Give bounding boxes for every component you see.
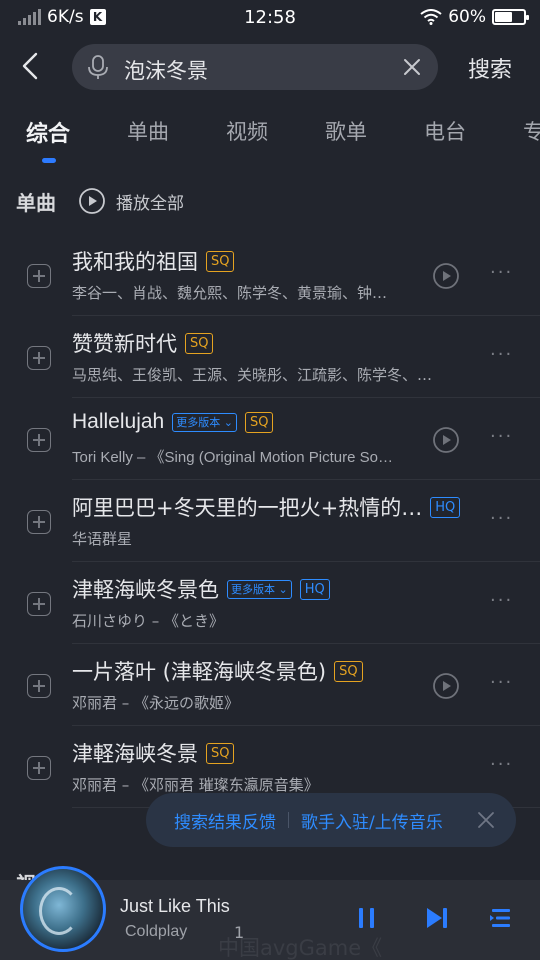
now-playing-artist: Coldplay — [125, 923, 188, 940]
battery-percent: 60% — [448, 7, 486, 27]
song-subtitle: 邓丽君 – 《邓丽君 璀璨东瀛原音集》 — [72, 776, 319, 794]
list-item[interactable]: 阿里巴巴+冬天里的一把火+热情的… HQ 华语群星 ··· — [0, 480, 540, 562]
pause-icon[interactable] — [354, 904, 380, 932]
list-item[interactable]: 我和我的祖国 SQ 李谷一、肖战、魏允熙、陈学冬、黄景瑜、钟… ··· — [0, 234, 540, 316]
quality-badge: HQ — [299, 578, 330, 600]
add-icon[interactable] — [27, 674, 51, 698]
tab-all[interactable]: 综合 — [26, 116, 70, 148]
playlist-icon[interactable] — [488, 904, 514, 932]
mini-player[interactable]: Just Like This Coldplay 1 中国avgGame《 — [0, 866, 540, 960]
status-bar: 6K/s K 12:58 60% — [0, 0, 540, 36]
more-icon[interactable]: ··· — [490, 262, 513, 283]
quality-badge: SQ — [206, 742, 235, 764]
quality-badge: SQ — [185, 332, 214, 354]
quality-badge: SQ — [334, 660, 363, 682]
mv-play-icon[interactable] — [432, 426, 460, 454]
next-icon[interactable] — [424, 904, 450, 932]
now-playing-title: Just Like This — [120, 896, 230, 916]
result-tabs: 综合 单曲 视频 歌单 电台 专 — [0, 116, 540, 166]
more-versions-label: 更多版本 — [231, 582, 275, 596]
add-icon[interactable] — [27, 264, 51, 288]
song-list: 我和我的祖国 SQ 李谷一、肖战、魏允熙、陈学冬、黄景瑜、钟… ··· 赞赞新时… — [0, 234, 540, 808]
tab-videos[interactable]: 视频 — [226, 116, 268, 146]
song-title: Hallelujah — [72, 410, 165, 433]
add-icon[interactable] — [27, 592, 51, 616]
song-subtitle: 李谷一、肖战、魏允熙、陈学冬、黄景瑜、钟… — [72, 284, 388, 302]
play-circle-icon — [79, 188, 105, 214]
search-query[interactable]: 泡沫冬景 — [124, 55, 208, 85]
song-title: 我和我的祖国 — [72, 250, 198, 274]
song-subtitle: 邓丽君 – 《永远の歌姬》 — [72, 694, 240, 712]
add-icon[interactable] — [27, 756, 51, 780]
voice-search-icon[interactable] — [84, 53, 112, 81]
section-title: 单曲 — [16, 190, 56, 215]
song-subtitle: 华语群星 — [72, 530, 133, 548]
more-icon[interactable]: ··· — [490, 344, 513, 365]
tab-active-indicator — [42, 158, 56, 163]
search-input[interactable]: 泡沫冬景 — [72, 44, 438, 90]
add-icon[interactable] — [27, 510, 51, 534]
quality-badge: SQ — [206, 250, 235, 272]
song-title: 津軽海峡冬景色 — [72, 578, 219, 602]
more-icon[interactable]: ··· — [490, 754, 513, 775]
search-feedback-link[interactable]: 搜索结果反馈 — [174, 808, 276, 833]
play-all-label: 播放全部 — [116, 193, 184, 214]
quality-badge: SQ — [244, 411, 274, 433]
more-icon[interactable]: ··· — [490, 426, 513, 447]
list-item[interactable]: 津軽海峡冬景色 更多版本 ⌄ HQ 石川さゆり – 《とき》 ··· — [0, 562, 540, 644]
song-subtitle: 马思纯、王俊凯、王源、关晓彤、江疏影、陈学冬、… — [72, 366, 433, 384]
lyric-overlay: 中国avgGame《 — [218, 936, 383, 960]
status-right: 60% — [420, 7, 529, 27]
battery-icon — [492, 9, 529, 25]
artist-upload-link[interactable]: 歌手入驻/上传音乐 — [301, 808, 443, 833]
mv-play-icon[interactable] — [432, 672, 460, 700]
wifi-icon — [420, 9, 442, 25]
song-subtitle: Tori Kelly – 《Sing (Original Motion Pict… — [72, 449, 393, 466]
tab-playlists[interactable]: 歌单 — [325, 116, 367, 146]
song-title: 一片落叶 (津軽海峡冬景色) — [72, 660, 327, 684]
close-icon[interactable] — [476, 810, 496, 830]
search-header: 泡沫冬景 搜索 — [0, 42, 540, 92]
list-item[interactable]: 一片落叶 (津軽海峡冬景色) SQ 邓丽君 – 《永远の歌姬》 ··· — [0, 644, 540, 726]
tab-songs[interactable]: 单曲 — [127, 116, 169, 146]
back-icon[interactable] — [14, 48, 50, 84]
more-versions-button[interactable]: 更多版本 ⌄ — [172, 412, 237, 432]
album-cover[interactable] — [20, 866, 106, 952]
more-icon[interactable]: ··· — [490, 590, 513, 611]
more-icon[interactable]: ··· — [490, 508, 513, 529]
song-title: 赞赞新时代 — [72, 332, 177, 356]
more-icon[interactable]: ··· — [490, 672, 513, 693]
divider — [288, 812, 289, 828]
song-title: 阿里巴巴+冬天里的一把火+热情的… — [72, 496, 423, 520]
list-item[interactable]: 赞赞新时代 SQ 马思纯、王俊凯、王源、关晓彤、江疏影、陈学冬、… ··· — [0, 316, 540, 398]
add-icon[interactable] — [27, 346, 51, 370]
mv-play-icon[interactable] — [432, 262, 460, 290]
search-button[interactable]: 搜索 — [468, 52, 512, 84]
tab-radio[interactable]: 电台 — [424, 116, 466, 146]
play-all-button[interactable]: 播放全部 — [78, 187, 184, 215]
song-title: 津軽海峡冬景 — [72, 742, 198, 766]
feedback-bar: 搜索结果反馈 歌手入驻/上传音乐 — [146, 793, 516, 847]
tab-albums[interactable]: 专 — [523, 116, 540, 146]
song-subtitle: 石川さゆり – 《とき》 — [72, 612, 225, 630]
clear-icon[interactable] — [402, 57, 422, 77]
list-item[interactable]: Hallelujah 更多版本 ⌄ SQ Tori Kelly – 《Sing … — [0, 398, 540, 480]
add-icon[interactable] — [27, 428, 51, 452]
quality-badge: HQ — [430, 496, 461, 518]
more-versions-button[interactable]: 更多版本 ⌄ — [227, 579, 292, 599]
more-versions-label: 更多版本 — [176, 415, 221, 429]
songs-section-header: 单曲 播放全部 — [16, 186, 526, 216]
